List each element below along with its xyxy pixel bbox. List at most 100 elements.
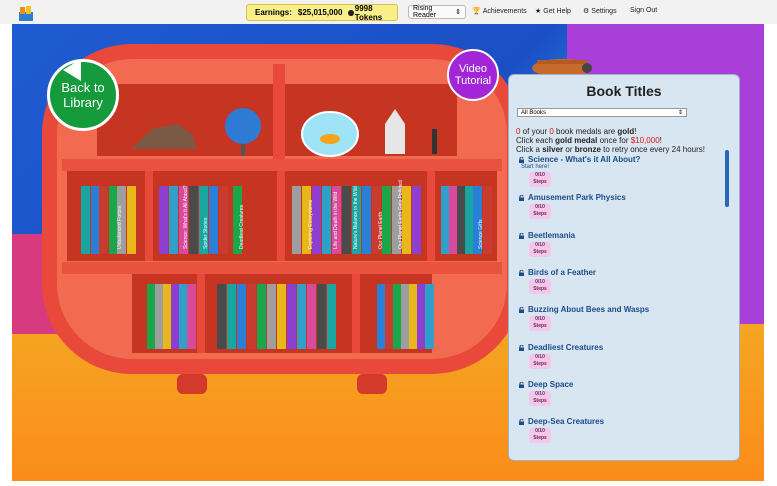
book-spine[interactable] <box>257 284 266 349</box>
book-list-item[interactable]: Deep-Sea Creatures 0/10 Steps <box>519 417 719 443</box>
medal-text-a: of your <box>520 127 550 136</box>
chevron-updown-icon: ⇕ <box>455 9 461 16</box>
unlock-icon <box>519 344 524 351</box>
book-spine[interactable] <box>187 284 196 349</box>
book-list-item[interactable]: Beetlemania 0/10 Steps <box>519 231 719 257</box>
book-list-item[interactable]: Amusement Park Physics 0/10 Steps <box>519 193 719 219</box>
back-to-library-button[interactable]: Back to Library <box>47 59 119 131</box>
steps-badge[interactable]: 0/10 Steps <box>529 391 551 406</box>
book-spine[interactable] <box>342 186 351 254</box>
steps-badge[interactable]: 0/10 Steps <box>529 204 551 219</box>
book-spine[interactable] <box>267 284 276 349</box>
nav-sign-out[interactable]: Sign Out <box>630 7 657 14</box>
unlock-icon <box>519 194 524 201</box>
book-spine[interactable] <box>292 186 301 254</box>
book-spine[interactable] <box>127 186 136 254</box>
video-tutorial-button[interactable]: Video Tutorial <box>447 49 499 101</box>
book-spine[interactable] <box>159 186 168 254</box>
book-spine[interactable] <box>327 284 336 349</box>
book-spine[interactable] <box>483 186 492 254</box>
help-icon: ★ <box>535 8 542 15</box>
book-list-item[interactable]: Deep Space 0/10 Steps <box>519 380 719 406</box>
book-spine[interactable] <box>247 284 256 349</box>
unlock-icon <box>519 418 524 425</box>
book-spine[interactable] <box>277 284 286 349</box>
book-spine[interactable] <box>297 284 306 349</box>
book-spine[interactable] <box>163 284 172 349</box>
book-title: Deadliest Creatures <box>528 343 604 352</box>
trophy-icon: 🏆 <box>472 8 481 15</box>
steps-count: 0/10 <box>535 428 545 434</box>
book-spine[interactable] <box>362 186 371 254</box>
book-spine-title: Unbalanced Forces <box>117 205 123 249</box>
book-spine[interactable] <box>179 284 188 349</box>
book-spine[interactable] <box>155 284 164 349</box>
earnings-label: Earnings: <box>255 8 292 17</box>
book-spine[interactable] <box>217 284 226 349</box>
book-list-item[interactable]: Deadliest Creatures 0/10 Steps <box>519 343 719 369</box>
steps-badge[interactable]: 0/10 Steps <box>529 279 551 294</box>
book-title: Buzzing About Bees and Wasps <box>528 305 650 314</box>
book-spine[interactable] <box>307 284 316 349</box>
book-spine[interactable] <box>227 284 236 349</box>
book-spine[interactable] <box>377 284 386 349</box>
medal-end: ! <box>634 127 637 136</box>
book-spine[interactable] <box>425 284 434 349</box>
book-spine[interactable] <box>401 284 410 349</box>
steps-badge[interactable]: 0/10 Steps <box>529 316 551 331</box>
book-spine[interactable] <box>317 284 326 349</box>
scrollbar[interactable] <box>725 150 729 207</box>
book-spine[interactable] <box>189 186 198 254</box>
book-spine[interactable] <box>449 186 458 254</box>
book-spine[interactable] <box>412 186 421 254</box>
chevron-updown-icon: ⇕ <box>677 110 683 116</box>
panel-title: Book Titles <box>586 83 662 99</box>
book-titles-panel: Book Titles All Books ⇕ 0 of your 0 book… <box>508 74 740 461</box>
nav-get-help[interactable]: ★ Get Help <box>535 7 571 16</box>
steps-unit: Steps <box>533 435 547 441</box>
book-spine[interactable] <box>457 186 466 254</box>
level-select[interactable]: Rising Reader ⇕ <box>408 5 466 19</box>
nav-achievements[interactable]: 🏆 Achievements <box>472 7 527 16</box>
book-spine[interactable] <box>147 284 156 349</box>
steps-badge[interactable]: 0/10 Steps <box>529 354 551 369</box>
book-spine-title: Exploring Ecosystems <box>308 199 314 249</box>
book-spine[interactable] <box>385 284 394 349</box>
token-icon <box>348 9 354 16</box>
book-spine[interactable] <box>237 284 246 349</box>
book-spine[interactable] <box>409 284 418 349</box>
book-spine[interactable] <box>171 284 180 349</box>
book-spine[interactable] <box>99 186 108 254</box>
book-spine[interactable] <box>465 186 474 254</box>
back-label-line1: Back to <box>61 80 105 95</box>
steps-badge[interactable]: 0/10 Steps <box>529 172 551 187</box>
book-spine[interactable] <box>393 284 402 349</box>
filter-value: All Books <box>521 109 547 116</box>
steps-badge[interactable]: 0/10 Steps <box>529 242 551 257</box>
book-spine-title: Nature's Balance in the Wild <box>353 186 359 249</box>
line2-amount: $10,000 <box>630 136 660 145</box>
book-spine[interactable] <box>219 186 228 254</box>
book-spine-title: Our Planet Earth Gets Polluted <box>398 180 404 249</box>
book-filter-select[interactable]: All Books ⇕ <box>517 108 687 117</box>
book-spine[interactable] <box>322 186 331 254</box>
book-spine[interactable] <box>81 186 90 254</box>
back-label-line2: Library <box>63 95 103 110</box>
book-spine[interactable] <box>417 284 426 349</box>
app-logo-icon[interactable] <box>17 4 35 22</box>
book-title: Deep Space <box>528 380 574 389</box>
book-list-item[interactable]: Science - What's it All About? Start here… <box>519 155 719 187</box>
medal-gold-word: gold <box>617 127 635 136</box>
book-spine-title: Life and Death in the Wild <box>333 192 339 249</box>
book-spine[interactable] <box>91 186 100 254</box>
book-spine[interactable] <box>209 186 218 254</box>
nav-settings[interactable]: ⚙ Settings <box>583 7 617 16</box>
unlock-icon <box>519 306 524 313</box>
steps-badge[interactable]: 0/10 Steps <box>529 428 551 443</box>
book-spine[interactable] <box>287 284 296 349</box>
book-spine[interactable] <box>169 186 178 254</box>
book-list-item[interactable]: Buzzing About Bees and Wasps 0/10 Steps <box>519 305 719 331</box>
book-spine[interactable] <box>441 186 450 254</box>
unlock-icon <box>519 381 524 388</box>
book-list-item[interactable]: Birds of a Feather 0/10 Steps <box>519 268 719 294</box>
